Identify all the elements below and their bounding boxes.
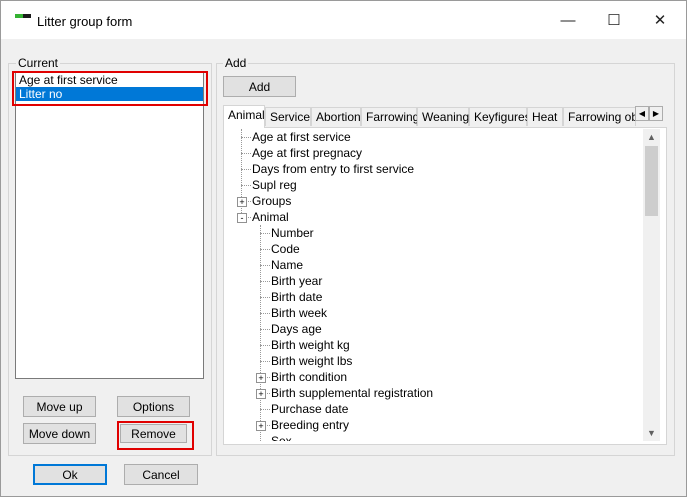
scroll-down-icon[interactable]: ▼ xyxy=(643,425,660,441)
maximize-icon: ☐ xyxy=(607,12,621,29)
tree-node[interactable]: Name xyxy=(271,257,303,273)
window-title: Litter group form xyxy=(37,14,133,29)
tree-node[interactable]: Days age xyxy=(271,321,322,337)
tree-node[interactable]: Birth date xyxy=(271,289,322,305)
tree-node[interactable]: Birth weight kg xyxy=(271,337,350,353)
move-up-button[interactable]: Move up xyxy=(23,396,96,417)
move-down-button[interactable]: Move down xyxy=(23,423,96,444)
tree-node[interactable]: Purchase date xyxy=(271,401,348,417)
tree-node[interactable]: Breeding entry xyxy=(271,417,349,433)
tab-weaning[interactable]: Weaning xyxy=(417,107,469,126)
options-button[interactable]: Options xyxy=(117,396,190,417)
current-group-label: Current xyxy=(16,56,61,70)
add-group-label: Add xyxy=(223,56,249,70)
tree-node[interactable]: Birth weight lbs xyxy=(271,353,352,369)
close-icon: ✕ xyxy=(653,12,667,29)
tree-node[interactable]: Sex xyxy=(271,433,292,441)
tree-node[interactable]: Age at first service xyxy=(252,129,351,145)
tab-service[interactable]: Service xyxy=(265,107,311,126)
tree-node[interactable]: Birth year xyxy=(271,273,322,289)
current-listbox[interactable]: Age at first service Litter no xyxy=(15,72,204,379)
expand-icon[interactable]: + xyxy=(256,373,266,383)
tab-scroll-left-button[interactable]: ◀ xyxy=(635,106,649,121)
minimize-button[interactable]: — xyxy=(545,5,591,35)
tab-keyfigures[interactable]: Keyfigures xyxy=(469,107,531,126)
tab-heat[interactable]: Heat xyxy=(527,107,563,126)
litter-group-window: Litter group form — ☐ ✕ Current Age at f… xyxy=(0,0,687,497)
scrollbar-thumb[interactable] xyxy=(645,146,658,216)
chevron-left-icon: ◀ xyxy=(638,109,646,118)
tab-scroll-right-button[interactable]: ▶ xyxy=(649,106,663,121)
app-icon xyxy=(15,14,31,19)
ok-button[interactable]: Ok xyxy=(33,464,107,485)
tree-node[interactable]: Age at first pregnacy xyxy=(252,145,362,161)
add-button[interactable]: Add xyxy=(223,76,296,97)
expand-icon[interactable]: + xyxy=(256,389,266,399)
title-bar: Litter group form — ☐ ✕ xyxy=(1,1,686,39)
expand-icon[interactable]: + xyxy=(256,421,266,431)
minimize-icon: — xyxy=(560,11,576,29)
tab-strip: Animal Service Abortion Farrowing Weanin… xyxy=(223,105,667,128)
tree-node[interactable]: Birth week xyxy=(271,305,327,321)
field-tree[interactable]: Age at first service Age at first pregnac… xyxy=(232,129,643,441)
tab-animal[interactable]: Animal xyxy=(223,105,265,128)
highlight-box-current-items xyxy=(12,71,208,106)
tab-farrowing[interactable]: Farrowing xyxy=(361,107,419,126)
close-button[interactable]: ✕ xyxy=(637,5,683,35)
chevron-right-icon: ▶ xyxy=(652,109,660,118)
tab-farrowing-ob[interactable]: Farrowing ob xyxy=(563,107,636,126)
tree-node[interactable]: Animal xyxy=(252,209,289,225)
scroll-up-icon[interactable]: ▲ xyxy=(643,129,660,145)
tree-vertical-scrollbar[interactable]: ▲ ▼ xyxy=(643,129,660,441)
cancel-button[interactable]: Cancel xyxy=(124,464,198,485)
tree-node[interactable]: Number xyxy=(271,225,314,241)
collapse-icon[interactable]: - xyxy=(237,213,247,223)
maximize-button[interactable]: ☐ xyxy=(591,5,637,35)
expand-icon[interactable]: + xyxy=(237,197,247,207)
tree-node[interactable]: Code xyxy=(271,241,300,257)
tree-node[interactable]: Birth supplemental registration xyxy=(271,385,433,401)
tree-node[interactable]: Supl reg xyxy=(252,177,297,193)
tree-node[interactable]: Birth condition xyxy=(271,369,347,385)
tree-node[interactable]: Days from entry to first service xyxy=(252,161,414,177)
highlight-box-remove xyxy=(117,421,194,450)
tree-node[interactable]: Groups xyxy=(252,193,291,209)
tab-abortion[interactable]: Abortion xyxy=(311,107,361,126)
